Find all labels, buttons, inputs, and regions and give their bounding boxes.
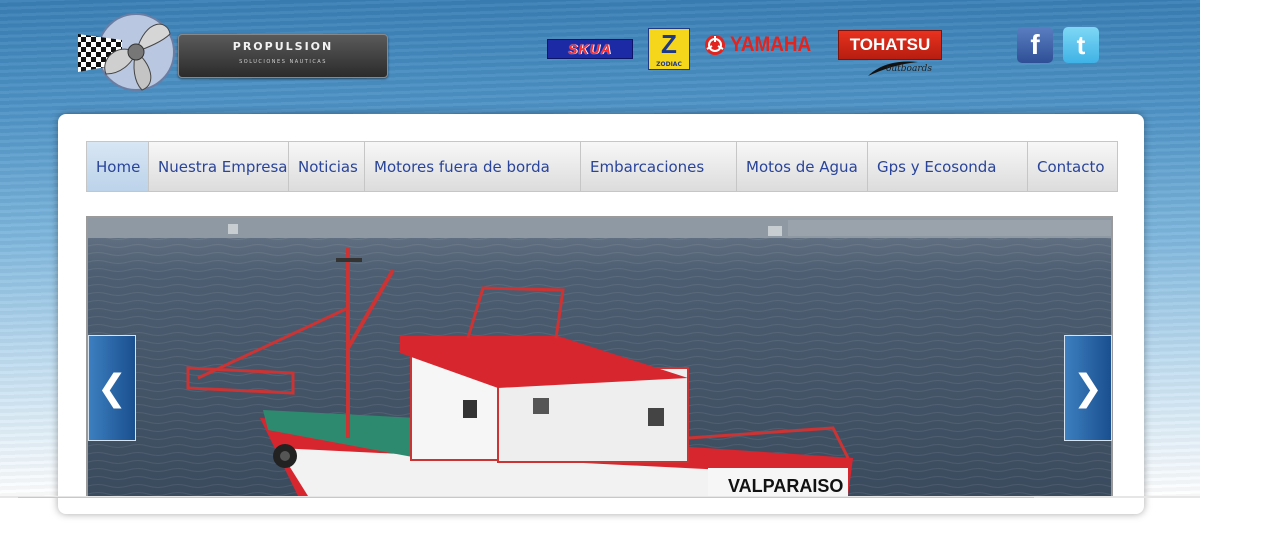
brand-skua-logo[interactable]: SKUA (547, 39, 633, 59)
logo-title: PROPULSION (232, 40, 334, 53)
brand-yamaha-text: YAMAHA (730, 33, 812, 56)
logo-plate: PROPULSION SOLUCIONES NAUTICAS (178, 34, 388, 78)
main-nav: Home Nuestra Empresa Noticias Motores fu… (86, 141, 1118, 192)
nav-item-home[interactable]: Home (87, 142, 149, 191)
boat-name-text: VALPARAISO (728, 476, 843, 496)
propeller-icon (78, 13, 175, 91)
nav-item-motores[interactable]: Motores fuera de borda (365, 142, 581, 191)
twitter-icon[interactable]: t (1063, 27, 1099, 63)
slide-image-fishing-boat: VALPARAISO (88, 218, 1111, 496)
facebook-glyph: f (1030, 29, 1040, 60)
nav-item-gps-ecosonda[interactable]: Gps y Ecosonda (868, 142, 1028, 191)
brand-tohatsu-text: TOHATSU (849, 35, 931, 54)
facebook-icon[interactable]: f (1017, 27, 1053, 63)
site-logo[interactable]: PROPULSION SOLUCIONES NAUTICAS (76, 12, 388, 92)
nav-item-noticias[interactable]: Noticias (289, 142, 365, 191)
brand-tohatsu-box: TOHATSU (838, 30, 942, 60)
chevron-left-icon: ❮ (96, 367, 128, 409)
brand-yamaha-logo[interactable]: YAMAHA (704, 31, 822, 59)
image-slider[interactable]: VALPARAISO (86, 216, 1113, 498)
brand-zodiac-mark: Z (661, 29, 677, 59)
brand-zodiac-text: ZODIAC (656, 61, 682, 68)
brand-skua-text: SKUA (568, 41, 612, 57)
nav-item-nuestra-empresa[interactable]: Nuestra Empresa (149, 142, 289, 191)
nav-item-contacto[interactable]: Contacto (1028, 142, 1117, 191)
twitter-glyph: t (1076, 29, 1086, 60)
nav-item-motos-de-agua[interactable]: Motos de Agua (737, 142, 868, 191)
slider-next-button[interactable]: ❯ (1064, 335, 1112, 441)
brand-tohatsu-subtitle: outboards (885, 64, 932, 74)
brand-zodiac-logo[interactable]: Z ZODIAC (648, 28, 690, 70)
logo-subtitle: SOLUCIONES NAUTICAS (239, 59, 327, 65)
chevron-right-icon: ❯ (1072, 367, 1104, 409)
slider-prev-button[interactable]: ❮ (88, 335, 136, 441)
brand-tohatsu-logo[interactable]: TOHATSU outboards (838, 30, 942, 80)
nav-item-embarcaciones[interactable]: Embarcaciones (581, 142, 737, 191)
page-divider-inner (18, 497, 1034, 498)
yamaha-tuning-fork-icon (705, 35, 725, 55)
